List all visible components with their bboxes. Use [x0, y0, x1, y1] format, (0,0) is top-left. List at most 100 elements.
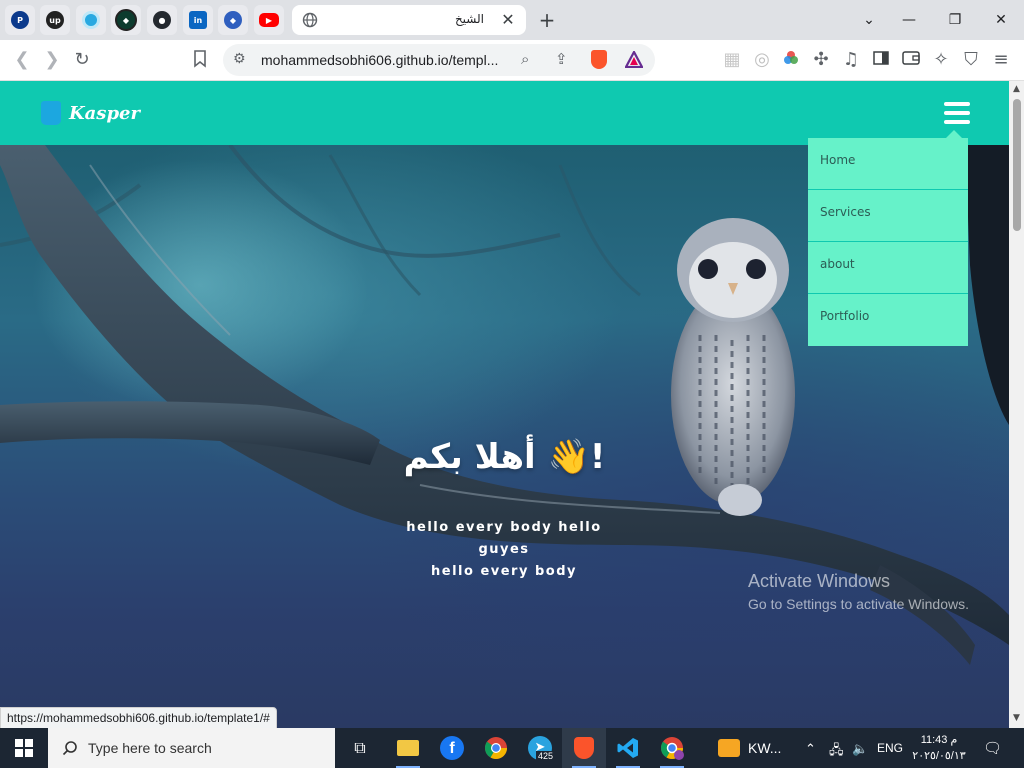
- tab-search-chevron-icon[interactable]: ⌄: [857, 8, 881, 32]
- github-icon: ●: [153, 11, 171, 29]
- kw-app-label: KW...: [748, 740, 782, 756]
- extension-grid-icon[interactable]: ▦: [722, 50, 742, 70]
- pinned-tab-vault[interactable]: ◆: [111, 5, 141, 35]
- taskbar-facebook[interactable]: f: [430, 728, 474, 768]
- vscode-icon: [617, 738, 638, 758]
- taskbar-telegram[interactable]: ➤ 425: [518, 728, 562, 768]
- extension-face-icon[interactable]: ◎: [752, 50, 772, 70]
- reload-icon[interactable]: ↻: [72, 50, 92, 70]
- leo-ai-icon[interactable]: ✧: [931, 50, 951, 70]
- leaf-icon: ◆: [115, 9, 137, 31]
- tab-title: الشيخ: [454, 12, 484, 26]
- dropdown-pointer: [946, 130, 962, 138]
- taskbar-clock[interactable]: 11:43 م ٢٠٢٥/٠٥/١٣: [908, 732, 970, 764]
- pinned-tab-github[interactable]: ●: [147, 5, 177, 35]
- nav-item-home[interactable]: Home: [808, 138, 968, 190]
- extensions-puzzle-icon[interactable]: ✣: [811, 50, 831, 70]
- logo-text: Kasper: [69, 102, 140, 124]
- brave-icon: [574, 737, 594, 759]
- taskbar-vscode[interactable]: [606, 728, 650, 768]
- site-logo[interactable]: Kasper: [41, 97, 140, 129]
- vpn-shield-icon[interactable]: ⛉: [961, 50, 981, 70]
- activate-windows-subtitle: Go to Settings to activate Windows.: [748, 596, 969, 612]
- close-tab-icon[interactable]: ✕: [500, 12, 516, 28]
- taskbar-search-placeholder: Type here to search: [88, 740, 212, 756]
- status-bar-url: https://mohammedsobhi606.github.io/templ…: [0, 707, 277, 729]
- hamburger-menu-icon[interactable]: [944, 102, 970, 124]
- brave-rewards-icon[interactable]: [625, 51, 643, 68]
- taskbar-chrome-profile[interactable]: [650, 728, 694, 768]
- circle-app-icon: [82, 11, 100, 29]
- logo-mark-icon: [41, 101, 61, 125]
- network-icon[interactable]: 🖧: [829, 741, 844, 763]
- hero-subtitle-line2: hello every body: [431, 564, 577, 579]
- address-bar[interactable]: ⚙ mohammedsobhi606.github.io/templ... ⌕ …: [223, 44, 655, 76]
- site-settings-icon[interactable]: ⚙: [233, 51, 246, 67]
- bookmark-icon[interactable]: [190, 50, 210, 70]
- taskbar-kw-app[interactable]: KW...: [708, 728, 788, 768]
- linkedin-icon: in: [189, 11, 207, 29]
- clock-date: ٢٠٢٥/٠٥/١٣: [912, 750, 966, 762]
- page-scrollbar[interactable]: ▲ ▼: [1009, 81, 1024, 728]
- page-viewport: Kasper أهلا بكم 👋! hello every body hell…: [0, 81, 1009, 728]
- chrome-icon: [484, 737, 507, 759]
- nav-item-portfolio[interactable]: Portfolio: [808, 294, 968, 346]
- scroll-up-icon[interactable]: ▲: [1012, 85, 1021, 94]
- new-tab-icon[interactable]: +: [537, 10, 557, 30]
- taskbar-brave[interactable]: [562, 728, 606, 768]
- tray-overflow-icon[interactable]: ⌃: [805, 741, 816, 757]
- hero-section: أهلا بكم 👋! hello every body hello guyes…: [0, 130, 1009, 728]
- nav-item-services[interactable]: Services: [808, 190, 968, 242]
- hero-subtitle-line1: hello every body hello guyes: [406, 520, 602, 557]
- youtube-icon: ▶: [259, 13, 279, 27]
- chrome-profile-icon: [660, 737, 684, 760]
- forward-icon[interactable]: ❯: [42, 50, 62, 70]
- back-icon[interactable]: ❮: [12, 50, 32, 70]
- media-music-icon[interactable]: ♫: [841, 50, 861, 70]
- volume-icon[interactable]: 🔈: [852, 741, 868, 757]
- browser-toolbar: ❮ ❯ ↻ ⚙ mohammedsobhi606.github.io/templ…: [0, 40, 1024, 81]
- task-view-icon: ⧉: [354, 738, 366, 757]
- task-view-button[interactable]: ⧉: [338, 728, 382, 768]
- scroll-down-icon[interactable]: ▼: [1012, 714, 1021, 723]
- color-wheel-icon[interactable]: [781, 50, 801, 70]
- wallet-icon[interactable]: [901, 50, 921, 70]
- pinned-tab-youtube[interactable]: ▶: [254, 5, 284, 35]
- windows-taskbar: Type here to search ⧉ f ➤ 425 KW... ⌃ 🖧 …: [0, 728, 1024, 768]
- hero-title: أهلا بكم 👋!: [403, 437, 606, 477]
- taskbar-chrome[interactable]: [474, 728, 518, 768]
- zoom-icon[interactable]: ⌕: [521, 50, 529, 68]
- language-indicator[interactable]: ENG: [877, 741, 903, 755]
- site-header: Kasper: [0, 81, 1009, 145]
- notifications-icon[interactable]: 🗨: [983, 739, 1002, 757]
- pinned-tab-upwork[interactable]: up: [40, 5, 70, 35]
- pinned-tab-app[interactable]: [76, 5, 106, 35]
- upwork-icon: up: [46, 11, 64, 29]
- kw-app-icon: [718, 739, 740, 757]
- minimize-icon[interactable]: —: [897, 8, 921, 32]
- nav-item-about[interactable]: about: [808, 242, 968, 294]
- diamond-app-icon: ◆: [224, 11, 242, 29]
- address-url: mohammedsobhi606.github.io/templ...: [261, 52, 499, 68]
- close-window-icon[interactable]: ✕: [989, 8, 1013, 32]
- start-button[interactable]: [0, 728, 48, 768]
- nav-dropdown-menu: Home Services about Portfolio: [808, 130, 968, 346]
- share-icon[interactable]: ⇪: [555, 50, 568, 68]
- taskbar-file-explorer[interactable]: [386, 728, 430, 768]
- brave-shields-icon[interactable]: [591, 50, 607, 69]
- activate-windows-title: Activate Windows: [748, 571, 891, 591]
- pinned-tab-paypal[interactable]: P: [5, 5, 35, 35]
- taskbar-search[interactable]: Type here to search: [48, 728, 335, 768]
- hero-subtitle: hello every body hello guyes hello every…: [380, 517, 628, 583]
- menu-icon[interactable]: ≡: [991, 50, 1011, 70]
- pinned-tab-crypto[interactable]: ◆: [218, 5, 248, 35]
- scrollbar-thumb[interactable]: [1013, 99, 1021, 231]
- restore-icon[interactable]: ❐: [943, 8, 967, 32]
- sidebar-toggle-icon[interactable]: [871, 50, 891, 70]
- clock-time: 11:43 م: [920, 734, 958, 746]
- search-icon: [62, 741, 77, 756]
- facebook-icon: f: [440, 736, 464, 760]
- pinned-tab-linkedin[interactable]: in: [183, 5, 213, 35]
- telegram-badge: 425: [536, 751, 556, 761]
- active-tab[interactable]: الشيخ ✕: [292, 5, 526, 35]
